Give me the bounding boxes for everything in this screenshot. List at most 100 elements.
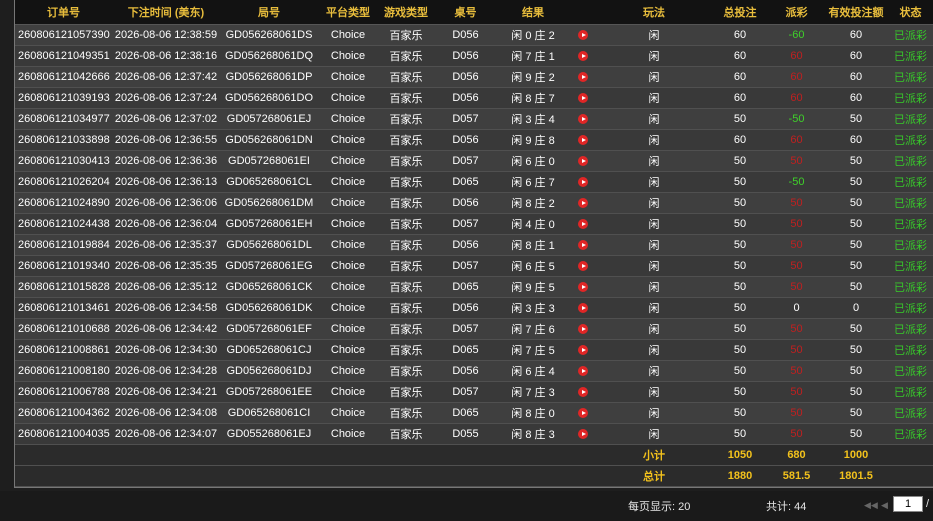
cell-status: 已派彩 <box>887 360 933 382</box>
cell-round-id: GD057268061EG <box>220 255 318 277</box>
cell-order-id: 260806121024438 <box>15 213 112 235</box>
col-header-table[interactable]: 桌号 <box>434 0 497 25</box>
play-icon[interactable] <box>577 429 588 440</box>
cell-order-id: 260806121049351 <box>15 45 112 67</box>
play-icon[interactable] <box>577 387 588 398</box>
cell-total-bet: 50 <box>712 360 768 382</box>
cell-total-bet: 60 <box>712 129 768 151</box>
cell-total-bet: 50 <box>712 171 768 193</box>
subtotal-total-bet: 1050 <box>712 444 768 466</box>
cell-replay <box>569 318 596 340</box>
play-icon[interactable] <box>577 240 588 251</box>
cell-bet-time: 2026-08-06 12:34:58 <box>112 297 220 319</box>
play-icon[interactable] <box>577 30 588 41</box>
cell-table-id: D056 <box>434 45 497 67</box>
play-icon[interactable] <box>577 282 588 293</box>
cell-game-type: 百家乐 <box>378 297 434 319</box>
table-row: 260806121019884 2026-08-06 12:35:37 GD0562… <box>15 234 933 256</box>
cell-order-id: 260806121033898 <box>15 129 112 151</box>
cell-total-bet: 50 <box>712 234 768 256</box>
cell-payout: 50 <box>768 318 825 340</box>
cell-bet-time: 2026-08-06 12:36:04 <box>112 213 220 235</box>
cell-game-type: 百家乐 <box>378 108 434 130</box>
cell-result: 闲 8 庄 0 <box>497 402 569 424</box>
cell-valid-bet: 0 <box>825 297 887 319</box>
play-icon[interactable] <box>577 93 588 104</box>
col-header-order[interactable]: 订单号 <box>15 0 112 25</box>
cell-round-id: GD057268061EF <box>220 318 318 340</box>
cell-result: 闲 8 庄 2 <box>497 192 569 214</box>
col-header-result[interactable]: 结果 <box>497 0 569 25</box>
play-icon[interactable] <box>577 114 588 125</box>
cell-game-type: 百家乐 <box>378 129 434 151</box>
table-row: 260806121013461 2026-08-06 12:34:58 GD0562… <box>15 297 933 319</box>
cell-payout: 60 <box>768 87 825 109</box>
cell-order-id: 260806121004035 <box>15 423 112 445</box>
col-header-status[interactable]: 状态 <box>887 0 933 25</box>
cell-bet-time: 2026-08-06 12:38:59 <box>112 24 220 46</box>
cell-order-id: 260806121006788 <box>15 381 112 403</box>
col-header-round[interactable]: 局号 <box>220 0 318 25</box>
cell-status: 已派彩 <box>887 255 933 277</box>
cell-result: 闲 7 庄 1 <box>497 45 569 67</box>
page-number-input[interactable] <box>893 496 923 512</box>
play-icon[interactable] <box>577 135 588 146</box>
cell-total-bet: 50 <box>712 318 768 340</box>
cell-platform: Choice <box>318 339 378 361</box>
first-page-icon[interactable]: ◀◀ <box>864 500 878 511</box>
play-icon[interactable] <box>577 156 588 167</box>
play-icon[interactable] <box>577 177 588 188</box>
table-row: 260806121004035 2026-08-06 12:34:07 GD0552… <box>15 423 933 445</box>
cell-total-bet: 60 <box>712 66 768 88</box>
cell-replay <box>569 108 596 130</box>
col-header-valid-bet[interactable]: 有效投注额 <box>825 0 887 25</box>
cell-valid-bet: 50 <box>825 192 887 214</box>
cell-round-id: GD065268061CL <box>220 171 318 193</box>
play-icon[interactable] <box>577 324 588 335</box>
cell-bet-type: 闲 <box>596 66 712 88</box>
cell-replay <box>569 87 596 109</box>
col-header-time[interactable]: 下注时间 (美东) <box>112 0 220 25</box>
play-icon[interactable] <box>577 261 588 272</box>
cell-platform: Choice <box>318 381 378 403</box>
cell-game-type: 百家乐 <box>378 171 434 193</box>
cell-bet-time: 2026-08-06 12:37:24 <box>112 87 220 109</box>
cell-replay <box>569 45 596 67</box>
cell-total-bet: 50 <box>712 297 768 319</box>
col-header-bet-type[interactable]: 玩法 <box>596 0 712 25</box>
cell-payout: 0 <box>768 297 825 319</box>
cell-game-type: 百家乐 <box>378 318 434 340</box>
cell-payout: 50 <box>768 423 825 445</box>
play-icon[interactable] <box>577 219 588 230</box>
page-separator: / <box>926 498 930 510</box>
cell-table-id: D057 <box>434 108 497 130</box>
col-header-platform[interactable]: 平台类型 <box>318 0 378 25</box>
prev-page-icon[interactable]: ◀ <box>881 500 888 511</box>
cell-result: 闲 3 庄 3 <box>497 297 569 319</box>
play-icon[interactable] <box>577 345 588 356</box>
cell-status: 已派彩 <box>887 402 933 424</box>
play-icon[interactable] <box>577 198 588 209</box>
cell-order-id: 260806121057390 <box>15 24 112 46</box>
play-icon[interactable] <box>577 408 588 419</box>
table-row: 260806121008861 2026-08-06 12:34:30 GD0652… <box>15 339 933 361</box>
cell-game-type: 百家乐 <box>378 381 434 403</box>
play-icon[interactable] <box>577 366 588 377</box>
play-icon[interactable] <box>577 51 588 62</box>
cell-replay <box>569 381 596 403</box>
cell-order-id: 260806121042666 <box>15 66 112 88</box>
play-icon[interactable] <box>577 72 588 83</box>
col-header-payout[interactable]: 派彩 <box>768 0 825 25</box>
col-header-total-bet[interactable]: 总投注 <box>712 0 768 25</box>
cell-result: 闲 8 庄 7 <box>497 87 569 109</box>
cell-replay <box>569 402 596 424</box>
cell-valid-bet: 50 <box>825 423 887 445</box>
cell-table-id: D065 <box>434 339 497 361</box>
cell-bet-time: 2026-08-06 12:37:42 <box>112 66 220 88</box>
cell-order-id: 260806121034977 <box>15 108 112 130</box>
col-header-game[interactable]: 游戏类型 <box>378 0 434 25</box>
cell-result: 闲 9 庄 8 <box>497 129 569 151</box>
cell-bet-type: 闲 <box>596 276 712 298</box>
cell-result: 闲 8 庄 1 <box>497 234 569 256</box>
play-icon[interactable] <box>577 303 588 314</box>
